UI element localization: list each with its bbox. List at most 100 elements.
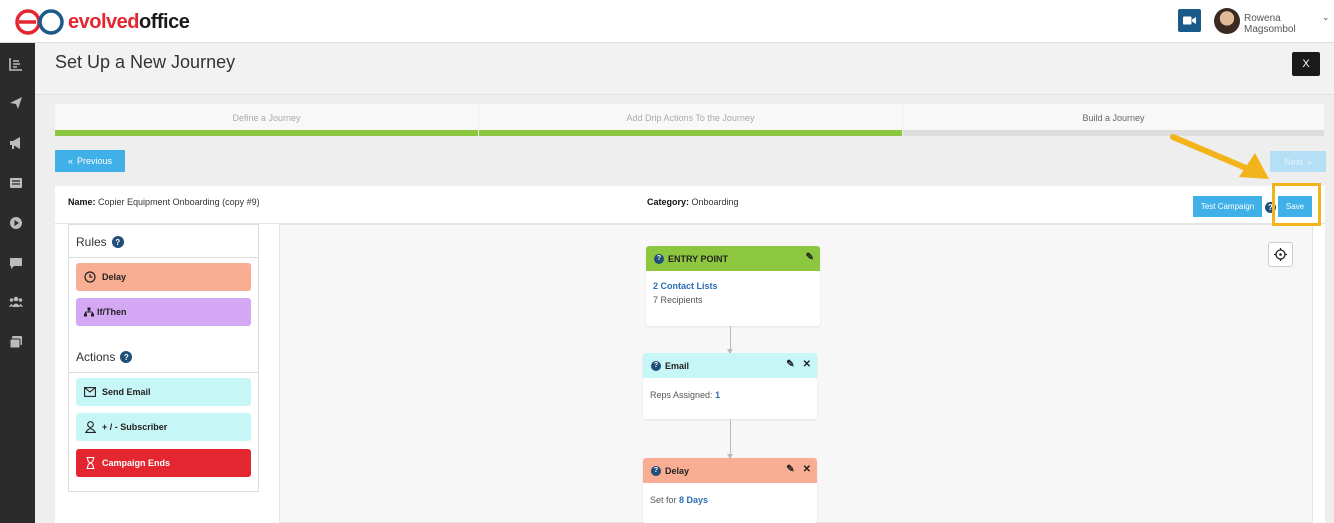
delay-set-value[interactable]: 8 Days bbox=[679, 495, 708, 505]
step-add-drip-actions[interactable]: Add Drip Actions To the Journey bbox=[479, 104, 903, 136]
rule-tile-delay[interactable]: Delay bbox=[76, 263, 251, 291]
node-tools: ✎ ✕ bbox=[786, 359, 811, 370]
video-button[interactable] bbox=[1178, 9, 1201, 32]
actions-heading-text: Actions bbox=[76, 350, 116, 364]
chevron-down-icon[interactable]: ⌄ bbox=[1322, 12, 1330, 23]
node-title: Delay bbox=[665, 465, 690, 476]
user-icon bbox=[84, 421, 96, 433]
recipients-label: Recipients bbox=[660, 295, 703, 305]
reps-label: Reps Assigned: bbox=[650, 390, 713, 400]
node-body: Reps Assigned: 1 bbox=[643, 378, 817, 410]
reports-icon[interactable] bbox=[9, 57, 23, 71]
annotation-arrow-icon bbox=[1170, 134, 1269, 179]
journey-builder: Rules ? Delay If/Then Actions ? Send Ema… bbox=[55, 224, 1325, 523]
video-camera-icon bbox=[1183, 16, 1196, 25]
step-progress: Define a Journey Add Drip Actions To the… bbox=[55, 104, 1325, 136]
hourglass-icon bbox=[84, 457, 96, 469]
next-button[interactable]: Next » bbox=[1270, 151, 1326, 172]
gallery-icon[interactable] bbox=[9, 335, 23, 349]
contacts-icon[interactable] bbox=[9, 295, 23, 309]
step-label: Add Drip Actions To the Journey bbox=[626, 113, 755, 123]
next-label: Next bbox=[1284, 156, 1303, 167]
close-icon[interactable]: ✕ bbox=[803, 464, 811, 475]
entry-point-node[interactable]: ? ENTRY POINT ✎ 2 Contact Lists 7 Recipi… bbox=[646, 246, 820, 326]
step-progress-bar bbox=[55, 130, 478, 136]
help-icon[interactable]: ? bbox=[654, 253, 664, 264]
megaphone-icon[interactable] bbox=[9, 136, 23, 150]
node-body: Set for 8 Days bbox=[643, 483, 817, 515]
send-icon[interactable] bbox=[9, 96, 23, 110]
step-define-journey[interactable]: Define a Journey bbox=[55, 104, 479, 136]
pencil-icon[interactable]: ✎ bbox=[786, 464, 794, 475]
contact-lists-link[interactable]: 2 Contact Lists bbox=[653, 279, 813, 293]
divider bbox=[69, 372, 258, 373]
journey-modal: Set Up a New Journey X Define a Journey … bbox=[35, 43, 1334, 523]
flow-connector bbox=[727, 326, 733, 354]
help-icon[interactable]: ? bbox=[111, 236, 124, 248]
flow-connector bbox=[727, 419, 733, 459]
play-icon[interactable] bbox=[9, 216, 23, 230]
node-title: Email bbox=[665, 360, 690, 371]
help-icon[interactable]: ? bbox=[120, 351, 133, 363]
tile-label: Campaign Ends bbox=[102, 458, 171, 468]
action-tile-campaign-ends[interactable]: Campaign Ends bbox=[76, 449, 251, 477]
reps-value[interactable]: 1 bbox=[715, 390, 720, 400]
journey-category: Category: Onboarding bbox=[647, 197, 739, 207]
close-icon[interactable]: ✕ bbox=[803, 359, 811, 370]
tile-label: Delay bbox=[102, 272, 127, 282]
test-campaign-button[interactable]: Test Campaign bbox=[1193, 196, 1262, 217]
divider bbox=[69, 257, 258, 258]
category-label: Category: bbox=[647, 197, 690, 207]
rules-heading: Rules ? bbox=[76, 235, 124, 249]
action-tile-subscriber[interactable]: + / - Subscriber bbox=[76, 413, 251, 441]
page-title: Set Up a New Journey bbox=[55, 52, 236, 72]
save-highlight-box bbox=[1272, 183, 1321, 226]
journey-name: Name: Copier Equipment Onboarding (copy … bbox=[68, 197, 260, 207]
email-node[interactable]: ? Email ✎ ✕ Reps Assigned: 1 bbox=[643, 353, 817, 419]
rules-actions-palette: Rules ? Delay If/Then Actions ? Send Ema… bbox=[68, 224, 259, 492]
name-label: Name: bbox=[68, 197, 96, 207]
close-button[interactable]: X bbox=[1292, 52, 1320, 76]
top-bar: evolvedoffice Rowena Magsombol ⌄ bbox=[0, 0, 1334, 43]
name-value: Copier Equipment Onboarding (copy #9) bbox=[98, 197, 260, 207]
tile-label: + / - Subscriber bbox=[102, 422, 168, 432]
journey-canvas[interactable]: ? ENTRY POINT ✎ 2 Contact Lists 7 Recipi… bbox=[279, 224, 1313, 523]
help-icon[interactable]: ? bbox=[651, 360, 661, 371]
rules-heading-text: Rules bbox=[76, 235, 107, 249]
user-name[interactable]: Rowena Magsombol bbox=[1244, 13, 1334, 35]
node-tools: ✎ ✕ bbox=[786, 464, 811, 475]
sitemap-icon bbox=[84, 306, 94, 318]
journey-info-bar: Name: Copier Equipment Onboarding (copy … bbox=[55, 186, 1325, 224]
node-header: ? Email ✎ ✕ bbox=[643, 353, 817, 378]
pencil-icon[interactable]: ✎ bbox=[786, 359, 794, 370]
action-tile-send-email[interactable]: Send Email bbox=[76, 378, 251, 406]
brand-logo[interactable]: evolvedoffice bbox=[14, 8, 190, 36]
step-label: Build a Journey bbox=[1082, 113, 1145, 123]
category-value: Onboarding bbox=[691, 197, 739, 207]
avatar[interactable] bbox=[1214, 8, 1240, 34]
step-progress-bar bbox=[479, 130, 902, 136]
recenter-button[interactable] bbox=[1268, 242, 1293, 267]
modal-header: Set Up a New Journey X bbox=[35, 43, 1334, 95]
clock-icon bbox=[84, 271, 96, 283]
step-label: Define a Journey bbox=[232, 113, 301, 123]
newsletter-icon[interactable] bbox=[9, 176, 23, 190]
chat-icon[interactable] bbox=[9, 256, 23, 270]
node-header: ? ENTRY POINT ✎ bbox=[646, 246, 820, 271]
previous-button[interactable]: « Previous bbox=[55, 150, 125, 172]
pencil-icon[interactable]: ✎ bbox=[806, 252, 814, 263]
delay-node[interactable]: ? Delay ✎ ✕ Set for 8 Days bbox=[643, 458, 817, 523]
double-chevron-left-icon: « bbox=[67, 156, 73, 166]
previous-label: Previous bbox=[77, 156, 113, 166]
tile-label: Send Email bbox=[102, 387, 151, 397]
recipients-count: 7 bbox=[653, 295, 659, 305]
double-chevron-right-icon: » bbox=[1306, 156, 1312, 167]
crosshair-icon bbox=[1274, 248, 1287, 261]
brand-name: evolvedoffice bbox=[68, 10, 190, 33]
rule-tile-if-then[interactable]: If/Then bbox=[76, 298, 251, 326]
node-title: ENTRY POINT bbox=[668, 253, 729, 264]
node-tools: ✎ bbox=[806, 252, 814, 263]
help-icon[interactable]: ? bbox=[651, 465, 661, 476]
envelope-icon bbox=[84, 386, 96, 398]
node-body: 2 Contact Lists 7 Recipients bbox=[646, 271, 820, 315]
